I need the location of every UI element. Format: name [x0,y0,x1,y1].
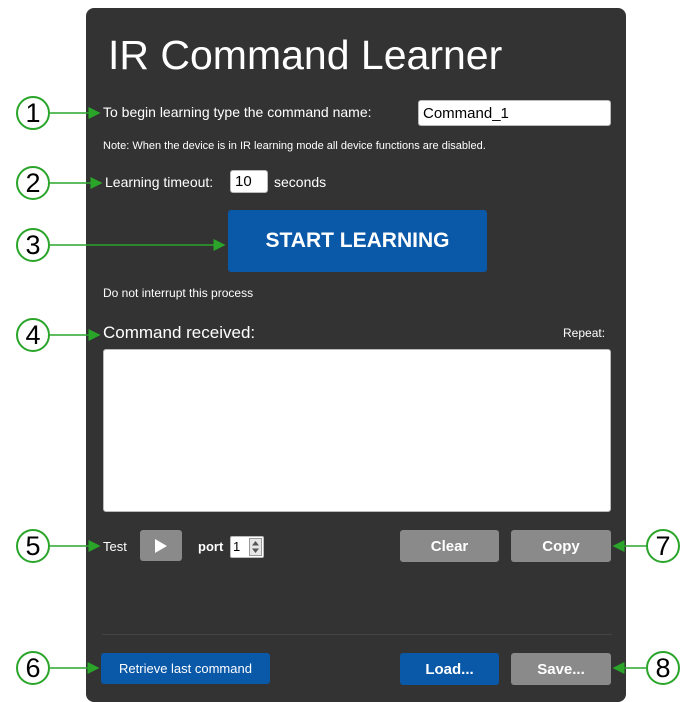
callout-arrows [50,107,648,674]
callout-4: 4 [16,318,50,352]
callout-5: 5 [16,529,50,563]
callout-2: 2 [16,166,50,200]
callout-3: 3 [16,228,50,262]
callout-7: 7 [646,529,680,563]
callout-8: 8 [646,651,680,685]
callout-6: 6 [16,651,50,685]
callout-1: 1 [16,96,50,130]
